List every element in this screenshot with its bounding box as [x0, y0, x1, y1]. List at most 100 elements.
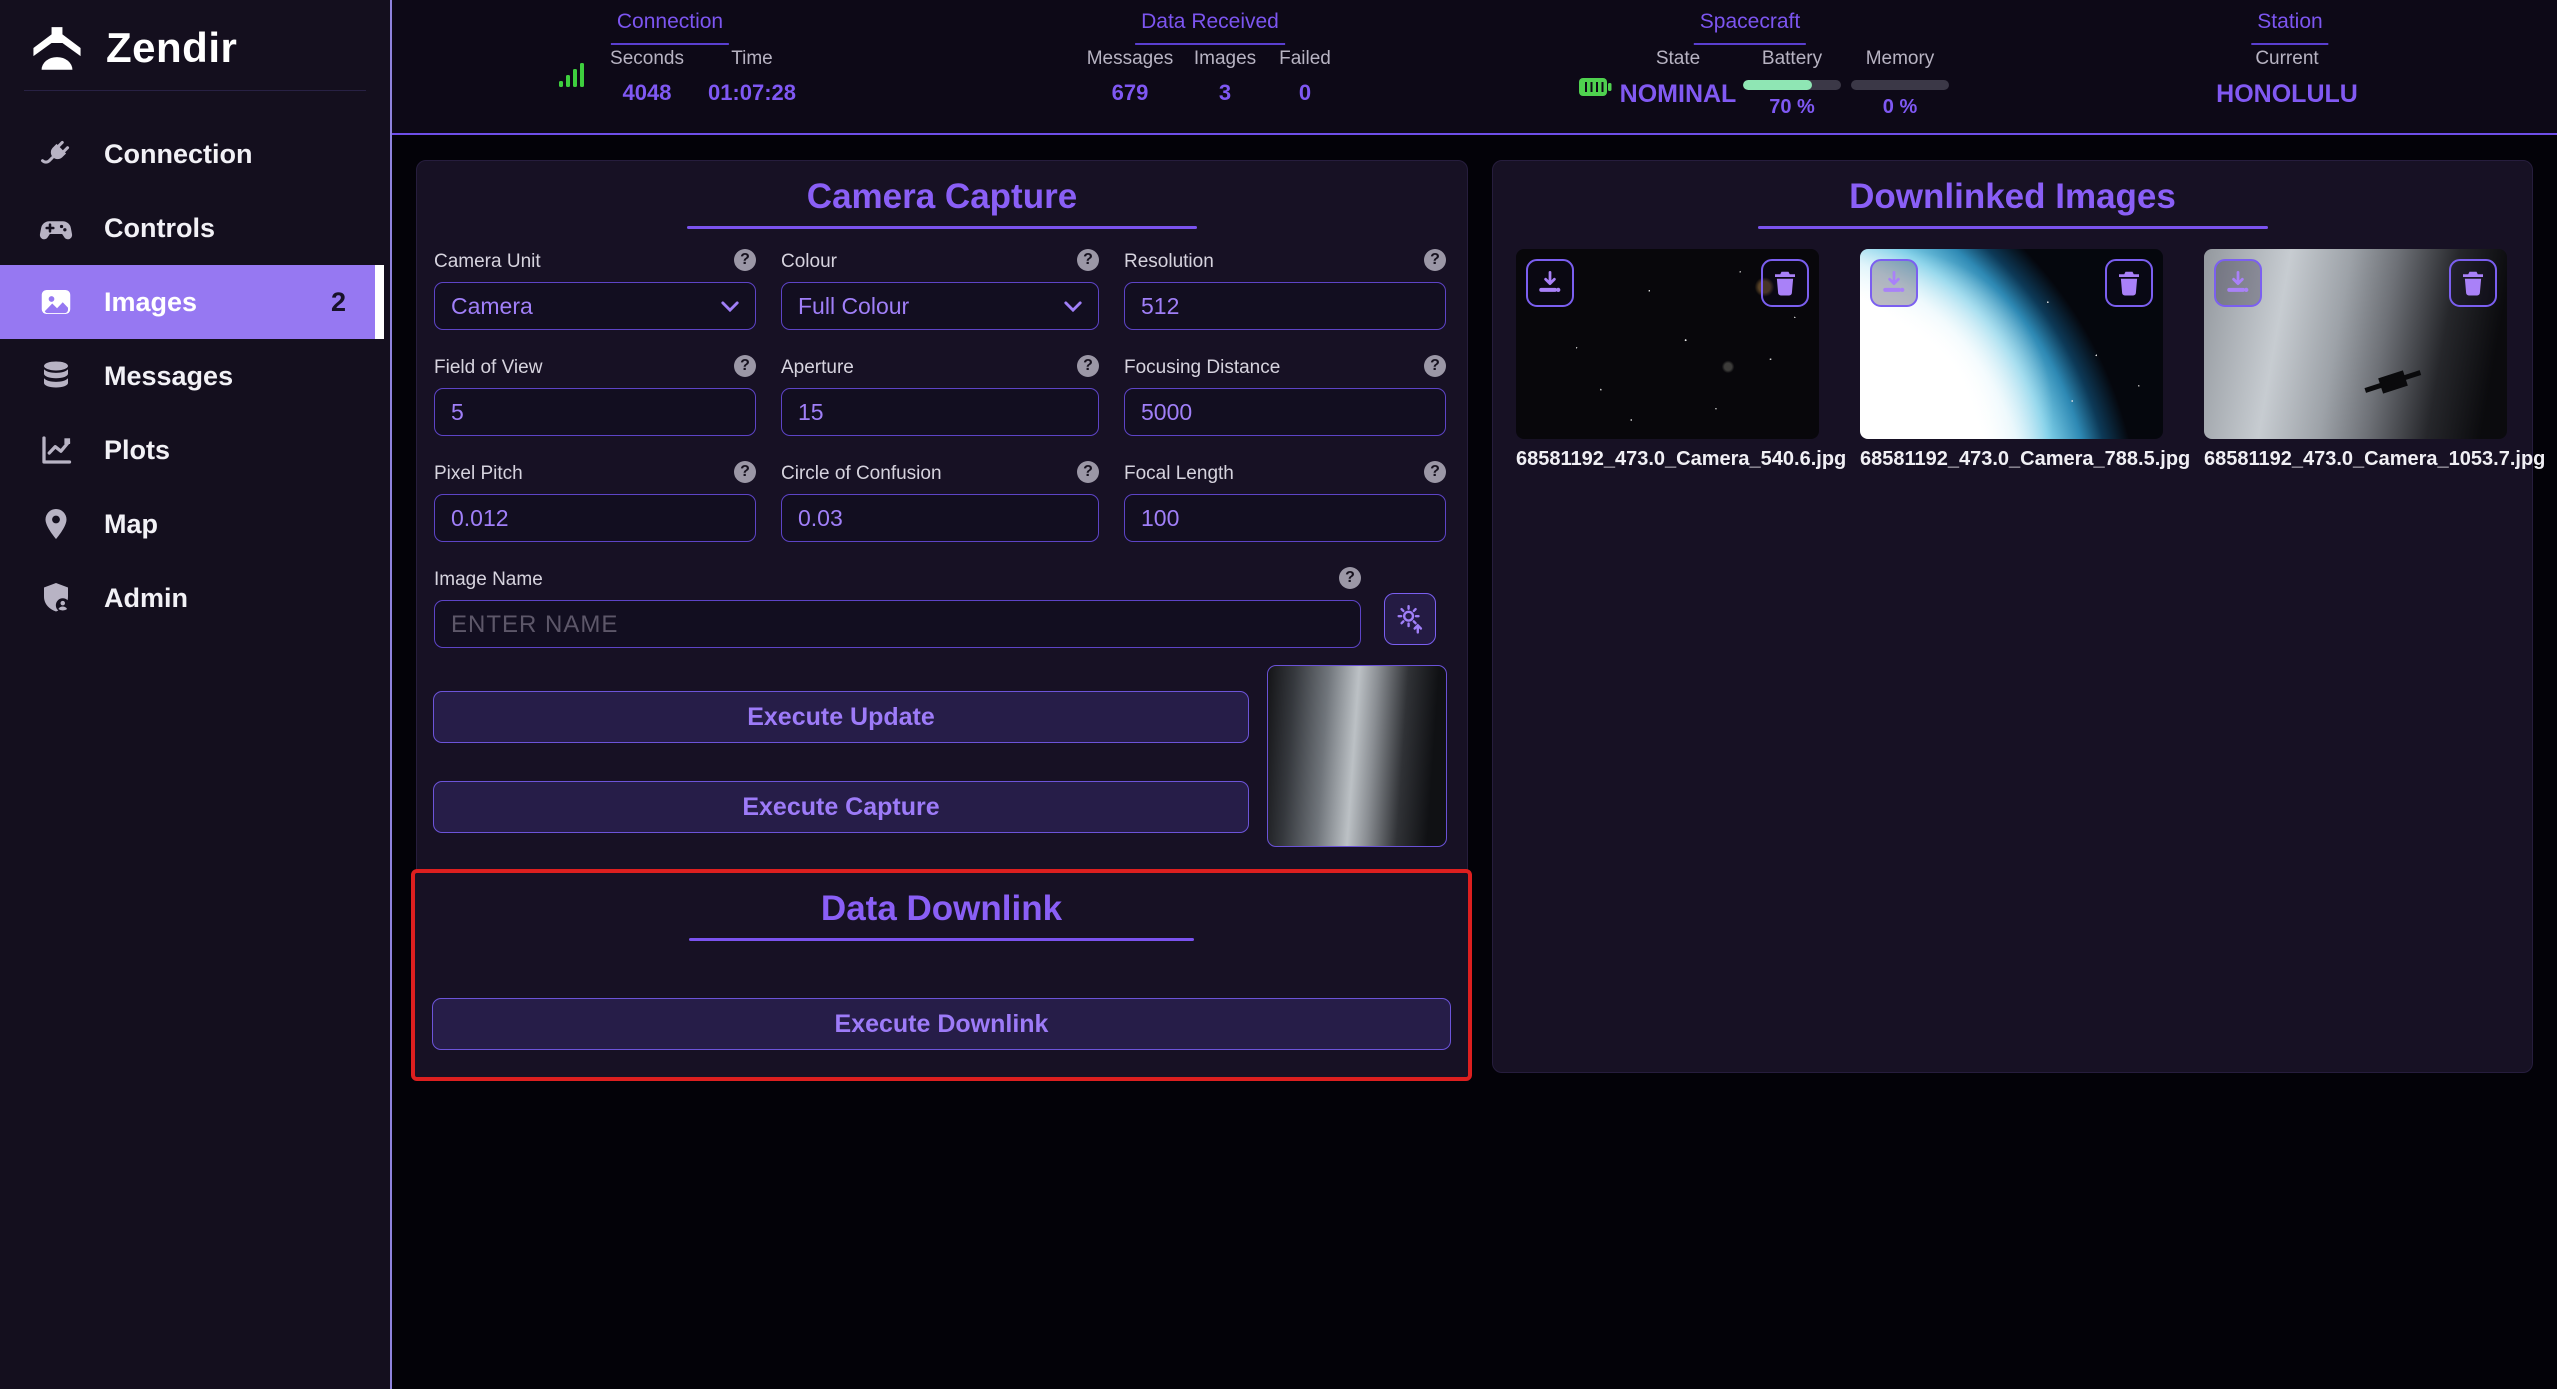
trash-icon [2458, 268, 2488, 298]
download-image-button[interactable] [2214, 259, 2262, 307]
help-icon[interactable]: ? [1339, 567, 1361, 589]
delete-image-button[interactable] [2449, 259, 2497, 307]
pixel-pitch-input[interactable] [434, 494, 756, 542]
trash-icon [1770, 268, 1800, 298]
battery-bar-fill [1743, 80, 1812, 90]
download-icon [1879, 268, 1909, 298]
downlinked-image-thumbnail[interactable] [1860, 249, 2163, 439]
downlinked-image-card: 68581192_473.0_Camera_540.6.jpg [1516, 249, 1819, 471]
battery-icon [1578, 76, 1612, 98]
downlinked-image-card: 68581192_473.0_Camera_1053.7.jpg [2204, 249, 2507, 471]
image-name-input[interactable] [434, 600, 1361, 648]
gear-up-icon [1393, 602, 1427, 636]
colour-select[interactable]: Full Colour [781, 282, 1099, 330]
chevron-down-icon [1064, 301, 1082, 312]
sidebar-divider [24, 90, 366, 91]
sidebar-item-label: Connection [104, 139, 253, 170]
focusing-distance-input[interactable] [1124, 388, 1446, 436]
trash-icon [2114, 268, 2144, 298]
database-icon [38, 358, 74, 394]
spacecraft-state-value: NOMINAL [1620, 80, 1737, 109]
sidebar-item-admin[interactable]: Admin [0, 561, 390, 635]
field-field-of-view: Field of View ? [434, 357, 756, 436]
field-camera-unit: Camera Unit ? Camera [434, 251, 756, 330]
help-icon[interactable]: ? [734, 249, 756, 271]
chart-icon [38, 432, 74, 468]
field-image-name: Image Name ? [434, 569, 1361, 648]
downlinked-image-thumbnail[interactable] [1516, 249, 1819, 439]
sidebar-item-label: Controls [104, 213, 215, 244]
sidebar-nav: Connection Controls Images 2 [0, 117, 390, 635]
focal-length-input[interactable] [1124, 494, 1446, 542]
spacecraft-silhouette [2378, 371, 2408, 394]
downlinked-image-card: 68581192_473.0_Camera_788.5.jpg [1860, 249, 2163, 471]
sidebar-item-label: Images [104, 287, 197, 318]
gamepad-icon [38, 210, 74, 246]
signal-strength-icon [558, 60, 588, 88]
stat-messages: Messages 679 [1087, 48, 1174, 106]
zendir-logo-icon [28, 22, 86, 74]
execute-capture-button[interactable]: Execute Capture [433, 781, 1249, 833]
sidebar-item-connection[interactable]: Connection [0, 117, 390, 191]
app-title: Zendir [106, 24, 237, 72]
plug-icon [38, 136, 74, 172]
sidebar-item-controls[interactable]: Controls [0, 191, 390, 265]
download-icon [2223, 268, 2253, 298]
execute-downlink-button[interactable]: Execute Downlink [432, 998, 1451, 1050]
execute-update-button[interactable]: Execute Update [433, 691, 1249, 743]
stat-failed: Failed 0 [1279, 48, 1331, 106]
circle-of-confusion-input[interactable] [781, 494, 1099, 542]
sidebar-item-plots[interactable]: Plots [0, 413, 390, 487]
sidebar-item-label: Messages [104, 361, 233, 392]
sidebar-item-messages[interactable]: Messages [0, 339, 390, 413]
download-icon [1535, 268, 1565, 298]
images-count-badge: 2 [331, 287, 346, 318]
help-icon[interactable]: ? [1424, 249, 1446, 271]
delete-image-button[interactable] [1761, 259, 1809, 307]
downlinked-images-title: Downlinked Images [1493, 177, 2532, 217]
help-icon[interactable]: ? [1077, 355, 1099, 377]
help-icon[interactable]: ? [1077, 249, 1099, 271]
data-downlink-title: Data Downlink [415, 889, 1468, 929]
sidebar-scrollbar-thumb[interactable] [375, 265, 384, 339]
stat-state: State NOMINAL [1620, 48, 1737, 109]
downlinked-image-thumbnail[interactable] [2204, 249, 2507, 439]
location-pin-icon [38, 506, 74, 542]
sidebar-item-map[interactable]: Map [0, 487, 390, 561]
field-of-view-input[interactable] [434, 388, 756, 436]
help-icon[interactable]: ? [734, 355, 756, 377]
delete-image-button[interactable] [2105, 259, 2153, 307]
capture-preview-image[interactable] [1267, 665, 1447, 847]
header-connection-title: Connection [611, 10, 729, 45]
camera-unit-select[interactable]: Camera [434, 282, 756, 330]
help-icon[interactable]: ? [1077, 461, 1099, 483]
help-icon[interactable]: ? [734, 461, 756, 483]
downlinked-image-filename: 68581192_473.0_Camera_540.6.jpg [1516, 448, 1819, 471]
downlinked-image-filename: 68581192_473.0_Camera_788.5.jpg [1860, 448, 2163, 471]
field-resolution: Resolution ? [1124, 251, 1446, 330]
stat-station-current: Current HONOLULU [2216, 48, 2358, 109]
field-focal-length: Focal Length ? [1124, 463, 1446, 542]
downlinked-images-panel: Downlinked Images [1492, 160, 2533, 1073]
main-content: Camera Capture Camera Unit ? Camera Colo… [392, 137, 2557, 1389]
status-header: Connection Seconds 4048 Time 01:07:28 Da… [392, 0, 2557, 135]
title-underline [1758, 226, 2268, 229]
download-image-button[interactable] [1526, 259, 1574, 307]
aperture-input[interactable] [781, 388, 1099, 436]
image-icon [38, 284, 74, 320]
auto-name-button[interactable] [1384, 593, 1436, 645]
station-current-value: HONOLULU [2216, 80, 2358, 109]
sidebar-item-label: Plots [104, 435, 170, 466]
help-icon[interactable]: ? [1424, 355, 1446, 377]
sidebar-item-label: Map [104, 509, 158, 540]
sidebar-item-images[interactable]: Images 2 [0, 265, 384, 339]
memory-bar [1851, 80, 1949, 90]
download-image-button[interactable] [1870, 259, 1918, 307]
header-spacecraft-title: Spacecraft [1694, 10, 1806, 45]
help-icon[interactable]: ? [1424, 461, 1446, 483]
downlinked-image-filename: 68581192_473.0_Camera_1053.7.jpg [2204, 448, 2507, 471]
title-underline [689, 938, 1194, 941]
header-data-received-title: Data Received [1135, 10, 1285, 45]
field-pixel-pitch: Pixel Pitch ? [434, 463, 756, 542]
resolution-input[interactable] [1124, 282, 1446, 330]
